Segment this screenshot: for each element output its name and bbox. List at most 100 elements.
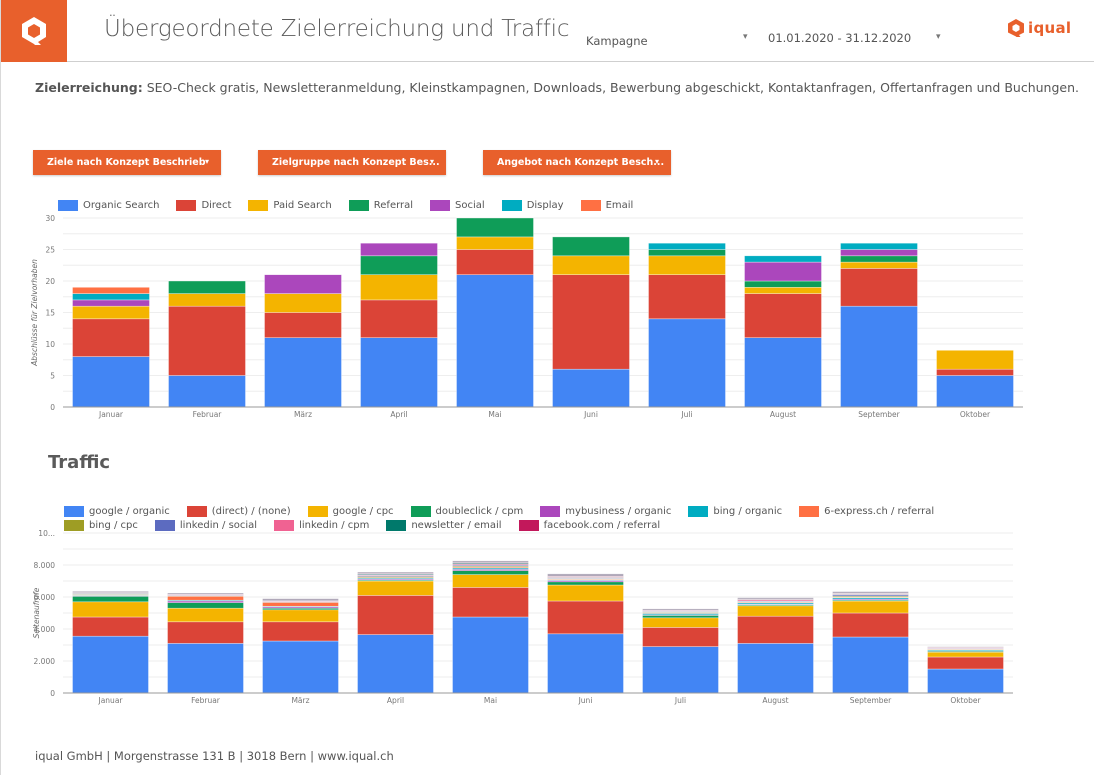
bar-segment[interactable] [832, 591, 909, 594]
bar-segment[interactable] [357, 580, 434, 596]
bar-segment[interactable] [552, 368, 630, 408]
bar-segment[interactable] [72, 616, 149, 637]
bar-segment[interactable] [737, 615, 814, 644]
bar-segment[interactable] [72, 601, 149, 618]
bar-segment[interactable] [832, 612, 909, 638]
legend-item[interactable]: mybusiness / organic [540, 504, 671, 518]
bar-segment[interactable] [72, 635, 149, 694]
bar-segment[interactable] [648, 274, 726, 320]
bar-segment[interactable] [72, 318, 150, 357]
bar-segment[interactable] [648, 318, 726, 408]
bar-segment[interactable] [452, 616, 529, 694]
bar-segment[interactable] [642, 615, 719, 619]
bar-segment[interactable] [72, 305, 150, 320]
campaign-filter[interactable]: Kampagne [586, 34, 648, 48]
bar-segment[interactable] [452, 560, 529, 564]
bar-segment[interactable] [737, 597, 814, 600]
bar-segment[interactable] [927, 656, 1004, 670]
bar-segment[interactable] [840, 268, 918, 307]
bar-segment[interactable] [552, 255, 630, 275]
bar-segment[interactable] [167, 607, 244, 623]
campaign-dropdown-caret-icon[interactable]: ▾ [743, 32, 748, 42]
bar-segment[interactable] [72, 356, 150, 408]
bar-segment[interactable] [648, 255, 726, 275]
bar-segment[interactable] [840, 255, 918, 263]
bar-segment[interactable] [360, 255, 438, 275]
bar-segment[interactable] [72, 299, 150, 307]
bar-segment[interactable] [927, 646, 1004, 648]
date-range-caret-icon[interactable]: ▾ [936, 32, 941, 42]
bar-segment[interactable] [167, 643, 244, 694]
bar-segment[interactable] [264, 312, 342, 339]
bar-segment[interactable] [72, 590, 149, 593]
bar-segment[interactable] [642, 617, 719, 628]
bar-segment[interactable] [744, 337, 822, 408]
bar-segment[interactable] [737, 605, 814, 617]
bar-segment[interactable] [168, 280, 246, 294]
bar-segment[interactable] [72, 293, 150, 301]
bar-segment[interactable] [744, 261, 822, 282]
bar-segment[interactable] [552, 274, 630, 370]
bar-segment[interactable] [936, 350, 1014, 370]
bar-segment[interactable] [167, 602, 244, 609]
date-range-picker[interactable]: 01.01.2020 - 31.12.2020 [768, 31, 911, 45]
bar-segment[interactable] [832, 600, 909, 614]
bar-segment[interactable] [456, 274, 534, 408]
bar-segment[interactable] [936, 375, 1014, 408]
legend-item[interactable]: google / organic [64, 504, 170, 518]
bar-segment[interactable] [168, 375, 246, 408]
bar-segment[interactable] [547, 581, 624, 586]
bar-segment[interactable] [744, 255, 822, 263]
bar-segment[interactable] [262, 640, 339, 694]
bar-segment[interactable] [360, 274, 438, 301]
bar-segment[interactable] [452, 574, 529, 588]
bar-segment[interactable] [840, 242, 918, 250]
bar-segment[interactable] [264, 293, 342, 313]
legend-item[interactable]: (direct) / (none) [186, 504, 291, 518]
legend-item[interactable]: bing / organic [688, 504, 782, 518]
bar-segment[interactable] [744, 287, 822, 294]
bar-segment[interactable] [744, 280, 822, 288]
bar-segment[interactable] [262, 621, 339, 642]
legend-item[interactable]: doubleclick / cpm [410, 504, 523, 518]
bar-segment[interactable] [642, 608, 719, 611]
bar-segment[interactable] [648, 249, 726, 257]
filter-ziele-dropdown[interactable]: Ziele nach Konzept Beschrieb ▾ [33, 150, 221, 175]
bar-segment[interactable] [552, 236, 630, 257]
bar-segment[interactable] [547, 633, 624, 694]
bar-segment[interactable] [832, 636, 909, 694]
bar-segment[interactable] [927, 668, 1004, 694]
bar-segment[interactable] [360, 299, 438, 339]
bar-segment[interactable] [167, 595, 244, 601]
bar-segment[interactable] [927, 651, 1004, 658]
bar-segment[interactable] [360, 337, 438, 408]
bar-segment[interactable] [262, 609, 339, 623]
bar-segment[interactable] [840, 261, 918, 269]
bar-segment[interactable] [168, 293, 246, 307]
bar-segment[interactable] [262, 598, 339, 602]
bar-segment[interactable] [648, 242, 726, 250]
bar-segment[interactable] [737, 643, 814, 694]
bar-segment[interactable] [452, 570, 529, 575]
bar-segment[interactable] [357, 595, 434, 635]
legend-item[interactable]: 6-express.ch / referral [799, 504, 934, 518]
bar-segment[interactable] [547, 584, 624, 602]
bar-segment[interactable] [456, 217, 534, 238]
bar-segment[interactable] [357, 571, 434, 574]
bar-segment[interactable] [167, 592, 244, 595]
bar-segment[interactable] [642, 646, 719, 694]
bar-segment[interactable] [167, 621, 244, 644]
bar-segment[interactable] [168, 305, 246, 376]
bar-segment[interactable] [840, 305, 918, 408]
legend-item[interactable]: google / cpc [307, 504, 394, 518]
bar-segment[interactable] [360, 242, 438, 257]
bar-segment[interactable] [264, 274, 342, 294]
bar-segment[interactable] [547, 600, 624, 635]
filter-angebot-dropdown[interactable]: Angebot nach Konzept Besch... ▾ [483, 150, 671, 175]
bar-segment[interactable] [936, 368, 1014, 376]
bar-segment[interactable] [642, 627, 719, 647]
bar-segment[interactable] [264, 337, 342, 408]
bar-segment[interactable] [547, 573, 624, 577]
bar-segment[interactable] [72, 595, 149, 603]
bar-segment[interactable] [744, 293, 822, 338]
